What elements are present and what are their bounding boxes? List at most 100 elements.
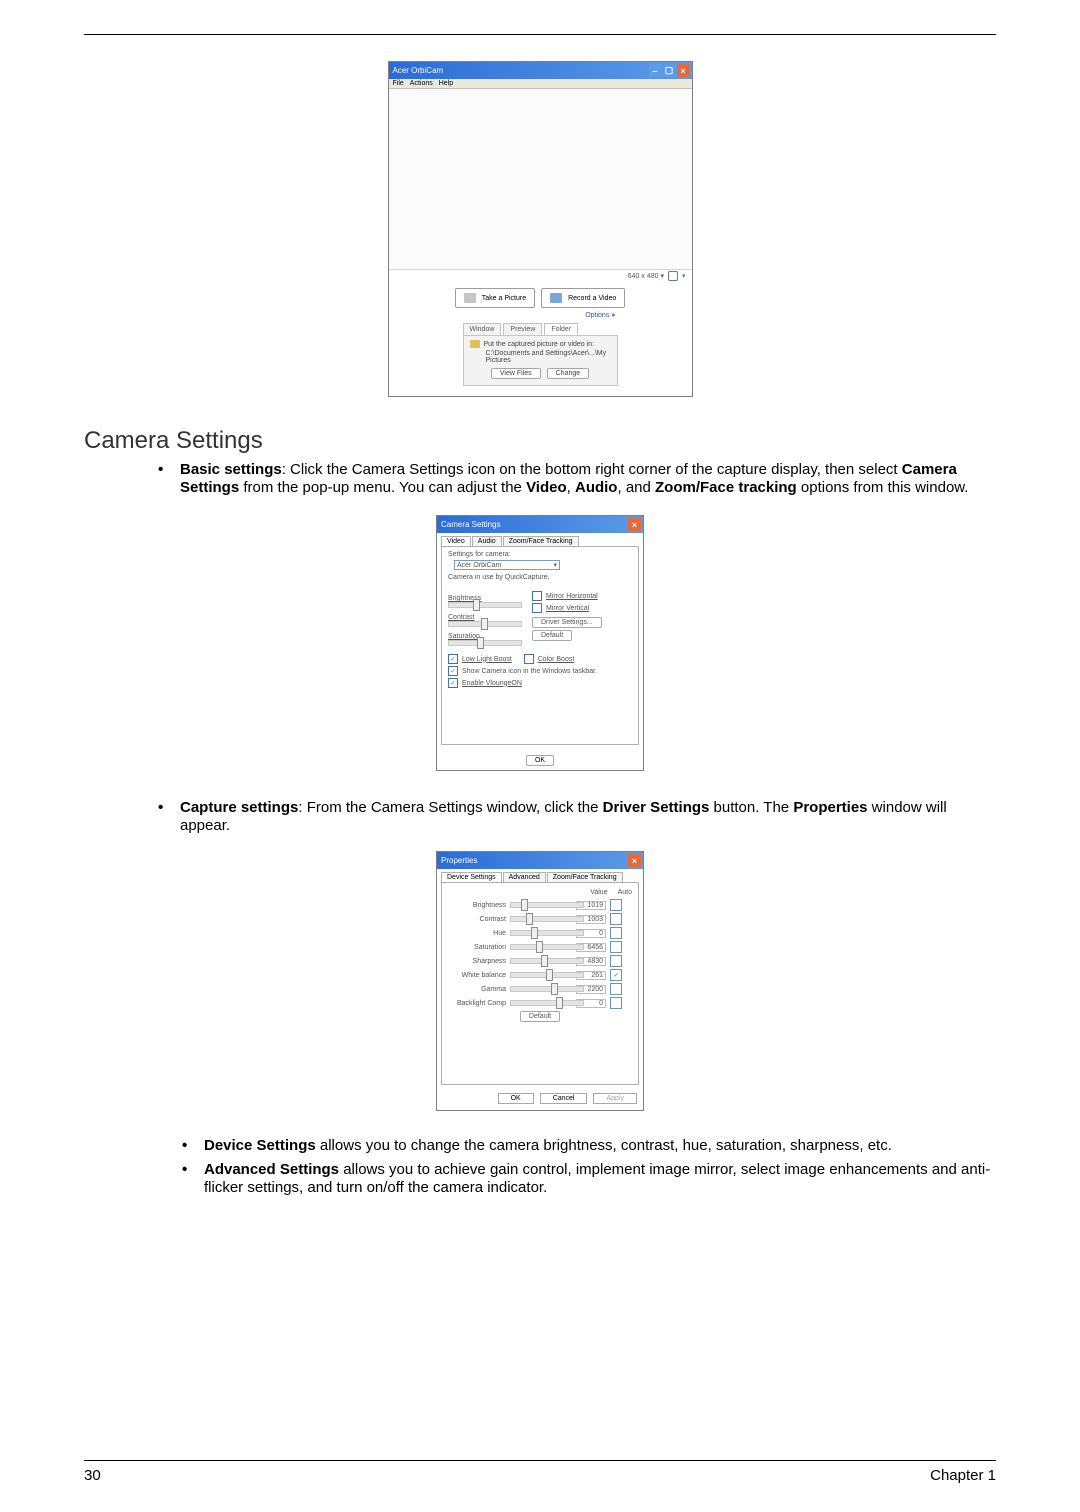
menu-file[interactable]: File xyxy=(393,80,404,87)
tab-preview[interactable]: Preview xyxy=(503,323,542,335)
camera-icon xyxy=(464,293,476,303)
top-rule xyxy=(84,34,996,35)
video-icon xyxy=(550,293,562,303)
path-label: C:\Documents and Settings\Acer\...\My Pi… xyxy=(470,350,611,364)
driver-settings-button[interactable]: Driver Settings... xyxy=(532,617,602,628)
menu-actions[interactable]: Actions xyxy=(410,80,433,87)
auto-checkbox[interactable] xyxy=(610,969,622,981)
page-footer: 30 Chapter 1 xyxy=(84,1460,996,1484)
device-settings-label: Device Settings xyxy=(204,1137,316,1154)
close-icon[interactable]: × xyxy=(677,64,690,77)
prop-slider[interactable] xyxy=(510,986,584,992)
change-button[interactable]: Change xyxy=(547,368,590,379)
record-video-label: Record a Video xyxy=(568,295,616,302)
close-icon[interactable]: × xyxy=(628,518,641,531)
default-button[interactable]: Default xyxy=(520,1011,560,1022)
view-files-button[interactable]: View Files xyxy=(491,368,541,379)
ok-button[interactable]: OK xyxy=(498,1093,534,1104)
screenshot-camera-settings-dialog: Camera Settings × Video Audio Zoom/Face … xyxy=(436,515,644,771)
in-use-label: Camera in use by QuickCapture. xyxy=(448,574,632,581)
take-picture-label: Take a Picture xyxy=(482,295,526,302)
tab-video[interactable]: Video xyxy=(441,536,471,546)
vlounge-checkbox[interactable] xyxy=(448,678,458,688)
bullet-basic-settings: Basic settings: Click the Camera Setting… xyxy=(158,461,996,497)
mirror-h-checkbox[interactable] xyxy=(532,591,542,601)
prop-row: Backlight Comp0 xyxy=(448,997,632,1009)
prop-row: Sharpness4830 xyxy=(448,955,632,967)
prop-name: Hue xyxy=(448,930,506,937)
dropdown-caret-icon[interactable]: ▾ xyxy=(682,272,686,280)
menu-help[interactable]: Help xyxy=(439,80,453,87)
prop-name: White balance xyxy=(448,972,506,979)
tab-audio[interactable]: Audio xyxy=(472,536,502,546)
tab-zoom-face[interactable]: Zoom/Face Tracking xyxy=(503,536,579,546)
brightness-label: Brightness xyxy=(448,595,522,602)
brightness-slider[interactable] xyxy=(448,602,522,608)
window-title: Camera Settings xyxy=(441,520,627,529)
record-video-button[interactable]: Record a Video xyxy=(541,288,625,308)
apply-button[interactable]: Apply xyxy=(593,1093,637,1104)
tab-device-settings[interactable]: Device Settings xyxy=(441,872,502,882)
prop-slider[interactable] xyxy=(510,958,584,964)
titlebar: Acer OrbiCam – ▢ × xyxy=(389,62,692,79)
default-button[interactable]: Default xyxy=(532,630,572,641)
auto-checkbox[interactable] xyxy=(610,899,622,911)
vlounge-label: Enable VloungeON xyxy=(462,680,522,687)
bullet-advanced-settings: Advanced Settings allows you to achieve … xyxy=(182,1161,996,1197)
prop-slider[interactable] xyxy=(510,930,584,936)
tab-zoom-face[interactable]: Zoom/Face Tracking xyxy=(547,872,623,882)
ok-button[interactable]: OK xyxy=(526,755,554,766)
low-light-label: Low Light Boost xyxy=(462,656,512,663)
auto-checkbox[interactable] xyxy=(610,997,622,1009)
capture-settings-label: Capture settings xyxy=(180,799,298,816)
camera-select[interactable]: Acer OrbiCam ▾ xyxy=(454,560,560,570)
prop-name: Backlight Comp xyxy=(448,1000,506,1007)
auto-checkbox[interactable] xyxy=(610,983,622,995)
screenshot-properties-dialog: Properties × Device Settings Advanced Zo… xyxy=(436,851,644,1111)
folder-panel: Put the captured picture or video in: C:… xyxy=(463,335,618,386)
mirror-v-label: Mirror Vertical xyxy=(546,605,589,612)
mirror-h-label: Mirror Horizontal xyxy=(546,593,598,600)
prop-slider[interactable] xyxy=(510,916,584,922)
prop-slider[interactable] xyxy=(510,902,584,908)
low-light-checkbox[interactable] xyxy=(448,654,458,664)
mirror-v-checkbox[interactable] xyxy=(532,603,542,613)
show-icon-label: Show Camera icon in the Windows taskbar. xyxy=(462,668,597,675)
maximize-icon[interactable]: ▢ xyxy=(663,64,676,77)
resolution-label[interactable]: 640 x 480 ▾ xyxy=(628,272,664,280)
tab-folder[interactable]: Folder xyxy=(544,323,578,335)
color-boost-checkbox[interactable] xyxy=(524,654,534,664)
prop-slider[interactable] xyxy=(510,972,584,978)
video-panel: Settings for camera: Acer OrbiCam ▾ Came… xyxy=(441,546,639,745)
saturation-slider[interactable] xyxy=(448,640,522,646)
chapter-label: Chapter 1 xyxy=(930,1467,996,1484)
auto-checkbox[interactable] xyxy=(610,955,622,967)
camera-select-value: Acer OrbiCam xyxy=(457,562,501,569)
col-auto: Auto xyxy=(618,889,632,896)
window-title: Properties xyxy=(441,856,627,865)
options-link[interactable]: Options xyxy=(585,312,609,319)
chevron-up-icon[interactable]: ● xyxy=(611,312,615,319)
auto-checkbox[interactable] xyxy=(610,913,622,925)
color-boost-label: Color Boost xyxy=(538,656,575,663)
titlebar: Camera Settings × xyxy=(437,516,643,533)
prop-slider[interactable] xyxy=(510,1000,584,1006)
minimize-icon[interactable]: – xyxy=(649,64,662,77)
close-icon[interactable]: × xyxy=(628,854,641,867)
contrast-slider[interactable] xyxy=(448,621,522,627)
show-icon-checkbox[interactable] xyxy=(448,666,458,676)
window-title: Acer OrbiCam xyxy=(393,66,648,75)
tab-window[interactable]: Window xyxy=(463,323,502,335)
cancel-button[interactable]: Cancel xyxy=(540,1093,588,1104)
auto-checkbox[interactable] xyxy=(610,927,622,939)
camera-preview xyxy=(389,89,692,270)
prop-name: Brightness xyxy=(448,902,506,909)
screenshot-orbicam-window: Acer OrbiCam – ▢ × File Actions Help 640… xyxy=(388,61,693,397)
camera-settings-icon[interactable] xyxy=(668,271,678,281)
prop-slider[interactable] xyxy=(510,944,584,950)
tab-advanced[interactable]: Advanced xyxy=(503,872,546,882)
prop-row: Gamma2200 xyxy=(448,983,632,995)
auto-checkbox[interactable] xyxy=(610,941,622,953)
take-picture-button[interactable]: Take a Picture xyxy=(455,288,535,308)
bullet-device-settings: Device Settings allows you to change the… xyxy=(182,1137,996,1155)
